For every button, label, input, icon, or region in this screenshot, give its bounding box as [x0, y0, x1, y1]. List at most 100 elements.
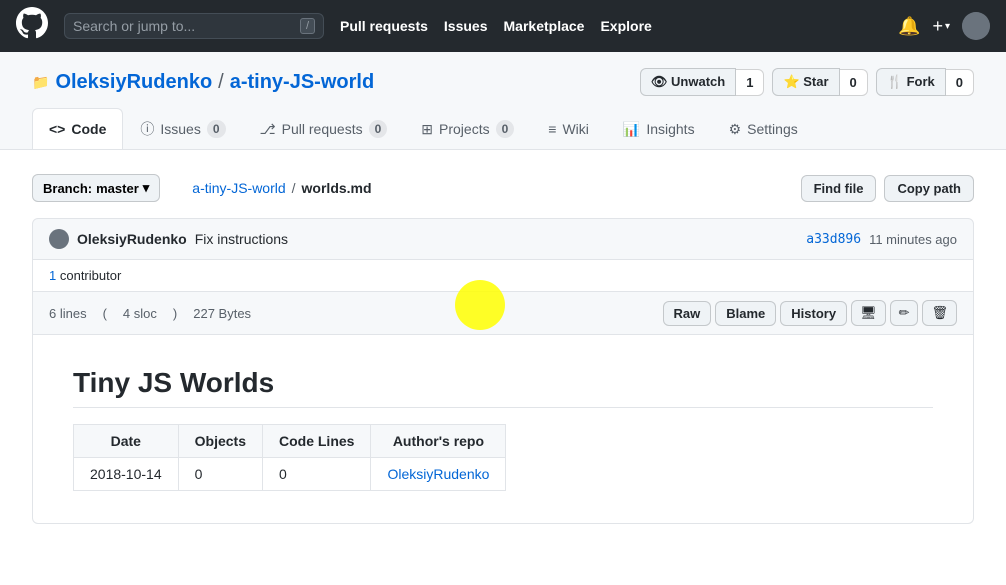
repo-owner-link[interactable]: OleksiyRudenko	[55, 71, 212, 94]
nav-links: Pull requests Issues Marketplace Explore	[340, 18, 652, 34]
commit-info: OleksiyRudenko Fix instructions	[49, 229, 288, 249]
repo-name-link[interactable]: a-tiny-JS-world	[230, 71, 374, 94]
projects-tab-badge: 0	[496, 120, 515, 138]
pr-tab-label: Pull requests	[282, 121, 363, 137]
top-navigation: / Pull requests Issues Marketplace Explo…	[0, 0, 1006, 52]
tab-projects[interactable]: ⊞ Projects 0	[404, 108, 531, 149]
wiki-tab-label: Wiki	[562, 121, 588, 137]
blame-button[interactable]: Blame	[715, 301, 776, 326]
insights-tab-icon: 📊	[623, 121, 640, 138]
commit-bar: OleksiyRudenko Fix instructions a33d896 …	[32, 218, 974, 260]
raw-button[interactable]: Raw	[663, 301, 712, 326]
star-button[interactable]: ⭐ Star	[772, 68, 839, 96]
code-tab-icon: <>	[49, 121, 65, 137]
search-input[interactable]	[73, 18, 292, 34]
file-size: 227 Bytes	[193, 306, 251, 321]
desktop-icon-button[interactable]: 🖥	[851, 300, 886, 326]
issues-tab-badge: 0	[207, 120, 226, 138]
author-repo-link[interactable]: OleksiyRudenko	[387, 466, 489, 482]
tab-wiki[interactable]: ≡ Wiki	[531, 108, 606, 149]
repo-actions: 👁 Unwatch 1 ⭐ Star 0 🍴 Fork 0	[640, 68, 974, 96]
slash-key-badge: /	[300, 18, 315, 34]
col-header-date: Date	[74, 425, 179, 458]
file-content: Tiny JS Worlds Date Objects Code Lines A…	[32, 335, 974, 524]
table-header-row: Date Objects Code Lines Author's repo	[74, 425, 506, 458]
repo-icon: 📁	[32, 74, 49, 91]
tab-code[interactable]: <> Code	[32, 108, 123, 149]
tab-insights[interactable]: 📊 Insights	[606, 108, 712, 149]
content-table: Date Objects Code Lines Author's repo 20…	[73, 424, 506, 491]
github-logo[interactable]	[16, 7, 48, 45]
cell-objects: 0	[178, 458, 262, 491]
file-buttons: Raw Blame History 🖥 ✏ 🗑	[663, 300, 958, 326]
file-sloc-paren-close: )	[173, 306, 177, 321]
star-count: 0	[840, 69, 868, 96]
branch-name: master	[96, 181, 139, 196]
file-path-bar: Branch: master ▾ a-tiny-JS-world / world…	[32, 174, 974, 202]
file-stats: 6 lines (4 sloc) 227 Bytes	[49, 306, 251, 321]
issues-tab-label: Issues	[160, 121, 200, 137]
wiki-tab-icon: ≡	[548, 121, 556, 137]
nav-pull-requests[interactable]: Pull requests	[340, 18, 428, 34]
tab-issues[interactable]: ⓘ Issues 0	[123, 108, 242, 149]
contributor-label-text: contributor	[60, 268, 121, 283]
file-actions: Find file Copy path	[801, 175, 974, 202]
watch-button[interactable]: 👁 Unwatch	[640, 68, 736, 96]
watch-btn-group: 👁 Unwatch 1	[640, 68, 765, 96]
col-header-objects: Objects	[178, 425, 262, 458]
star-btn-group: ⭐ Star 0	[772, 68, 867, 96]
create-new-button[interactable]: + ▾	[932, 16, 950, 37]
plus-dropdown-arrow: ▾	[945, 21, 950, 32]
nav-icons: 🔔 + ▾	[898, 12, 990, 40]
table-row: 2018-10-14 0 0 OleksiyRudenko	[74, 458, 506, 491]
cell-date: 2018-10-14	[74, 458, 179, 491]
nav-explore[interactable]: Explore	[600, 18, 651, 34]
notifications-button[interactable]: 🔔	[898, 16, 920, 37]
branch-selector[interactable]: Branch: master ▾	[32, 174, 160, 202]
tab-pull-requests[interactable]: ⎇ Pull requests 0	[243, 108, 405, 149]
edit-icon-button[interactable]: ✏	[890, 300, 919, 326]
search-box[interactable]: /	[64, 13, 324, 39]
breadcrumb-repo-link[interactable]: a-tiny-JS-world	[192, 180, 285, 196]
code-tab-label: Code	[71, 121, 106, 137]
breadcrumb-separator: /	[292, 180, 296, 196]
pr-tab-badge: 0	[369, 120, 388, 138]
commit-time: 11 minutes ago	[869, 232, 957, 247]
repo-header: 📁 OleksiyRudenko / a-tiny-JS-world 👁 Unw…	[0, 52, 1006, 150]
insights-tab-label: Insights	[646, 121, 694, 137]
copy-path-button[interactable]: Copy path	[884, 175, 974, 202]
history-button[interactable]: History	[780, 301, 847, 326]
delete-icon-button[interactable]: 🗑	[922, 300, 957, 326]
contributor-count-link[interactable]: 1	[49, 268, 56, 283]
avatar[interactable]	[962, 12, 990, 40]
main-content: Branch: master ▾ a-tiny-JS-world / world…	[0, 150, 1006, 548]
plus-icon: +	[932, 16, 943, 37]
breadcrumb-filename: worlds.md	[302, 180, 372, 196]
commit-sha-link[interactable]: a33d896	[806, 232, 861, 247]
fork-btn-group: 🍴 Fork 0	[876, 68, 974, 96]
projects-tab-icon: ⊞	[421, 121, 433, 138]
repo-title-row: 📁 OleksiyRudenko / a-tiny-JS-world 👁 Unw…	[32, 68, 974, 96]
nav-marketplace[interactable]: Marketplace	[504, 18, 585, 34]
commit-message: Fix instructions	[195, 231, 288, 247]
cell-author-repo: OleksiyRudenko	[371, 458, 506, 491]
commit-author-link[interactable]: OleksiyRudenko	[77, 231, 187, 247]
file-stats-bar: 6 lines (4 sloc) 227 Bytes Raw Blame His…	[32, 292, 974, 335]
commit-avatar	[49, 229, 69, 249]
find-file-button[interactable]: Find file	[801, 175, 877, 202]
settings-tab-icon: ⚙	[729, 121, 742, 138]
cell-code-lines: 0	[262, 458, 370, 491]
col-header-code-lines: Code Lines	[262, 425, 370, 458]
file-sloc-paren: (	[103, 306, 107, 321]
file-breadcrumb: a-tiny-JS-world / worlds.md	[192, 180, 371, 196]
projects-tab-label: Projects	[439, 121, 490, 137]
breadcrumb: 📁 OleksiyRudenko / a-tiny-JS-world	[32, 71, 374, 94]
tab-settings[interactable]: ⚙ Settings	[712, 108, 815, 149]
fork-button[interactable]: 🍴 Fork	[876, 68, 946, 96]
branch-arrow: ▾	[143, 180, 150, 196]
nav-issues[interactable]: Issues	[444, 18, 488, 34]
bell-icon: 🔔	[898, 16, 920, 37]
col-header-author-repo: Author's repo	[371, 425, 506, 458]
pr-tab-icon: ⎇	[260, 121, 276, 138]
contributor-bar: 1 contributor	[32, 260, 974, 292]
